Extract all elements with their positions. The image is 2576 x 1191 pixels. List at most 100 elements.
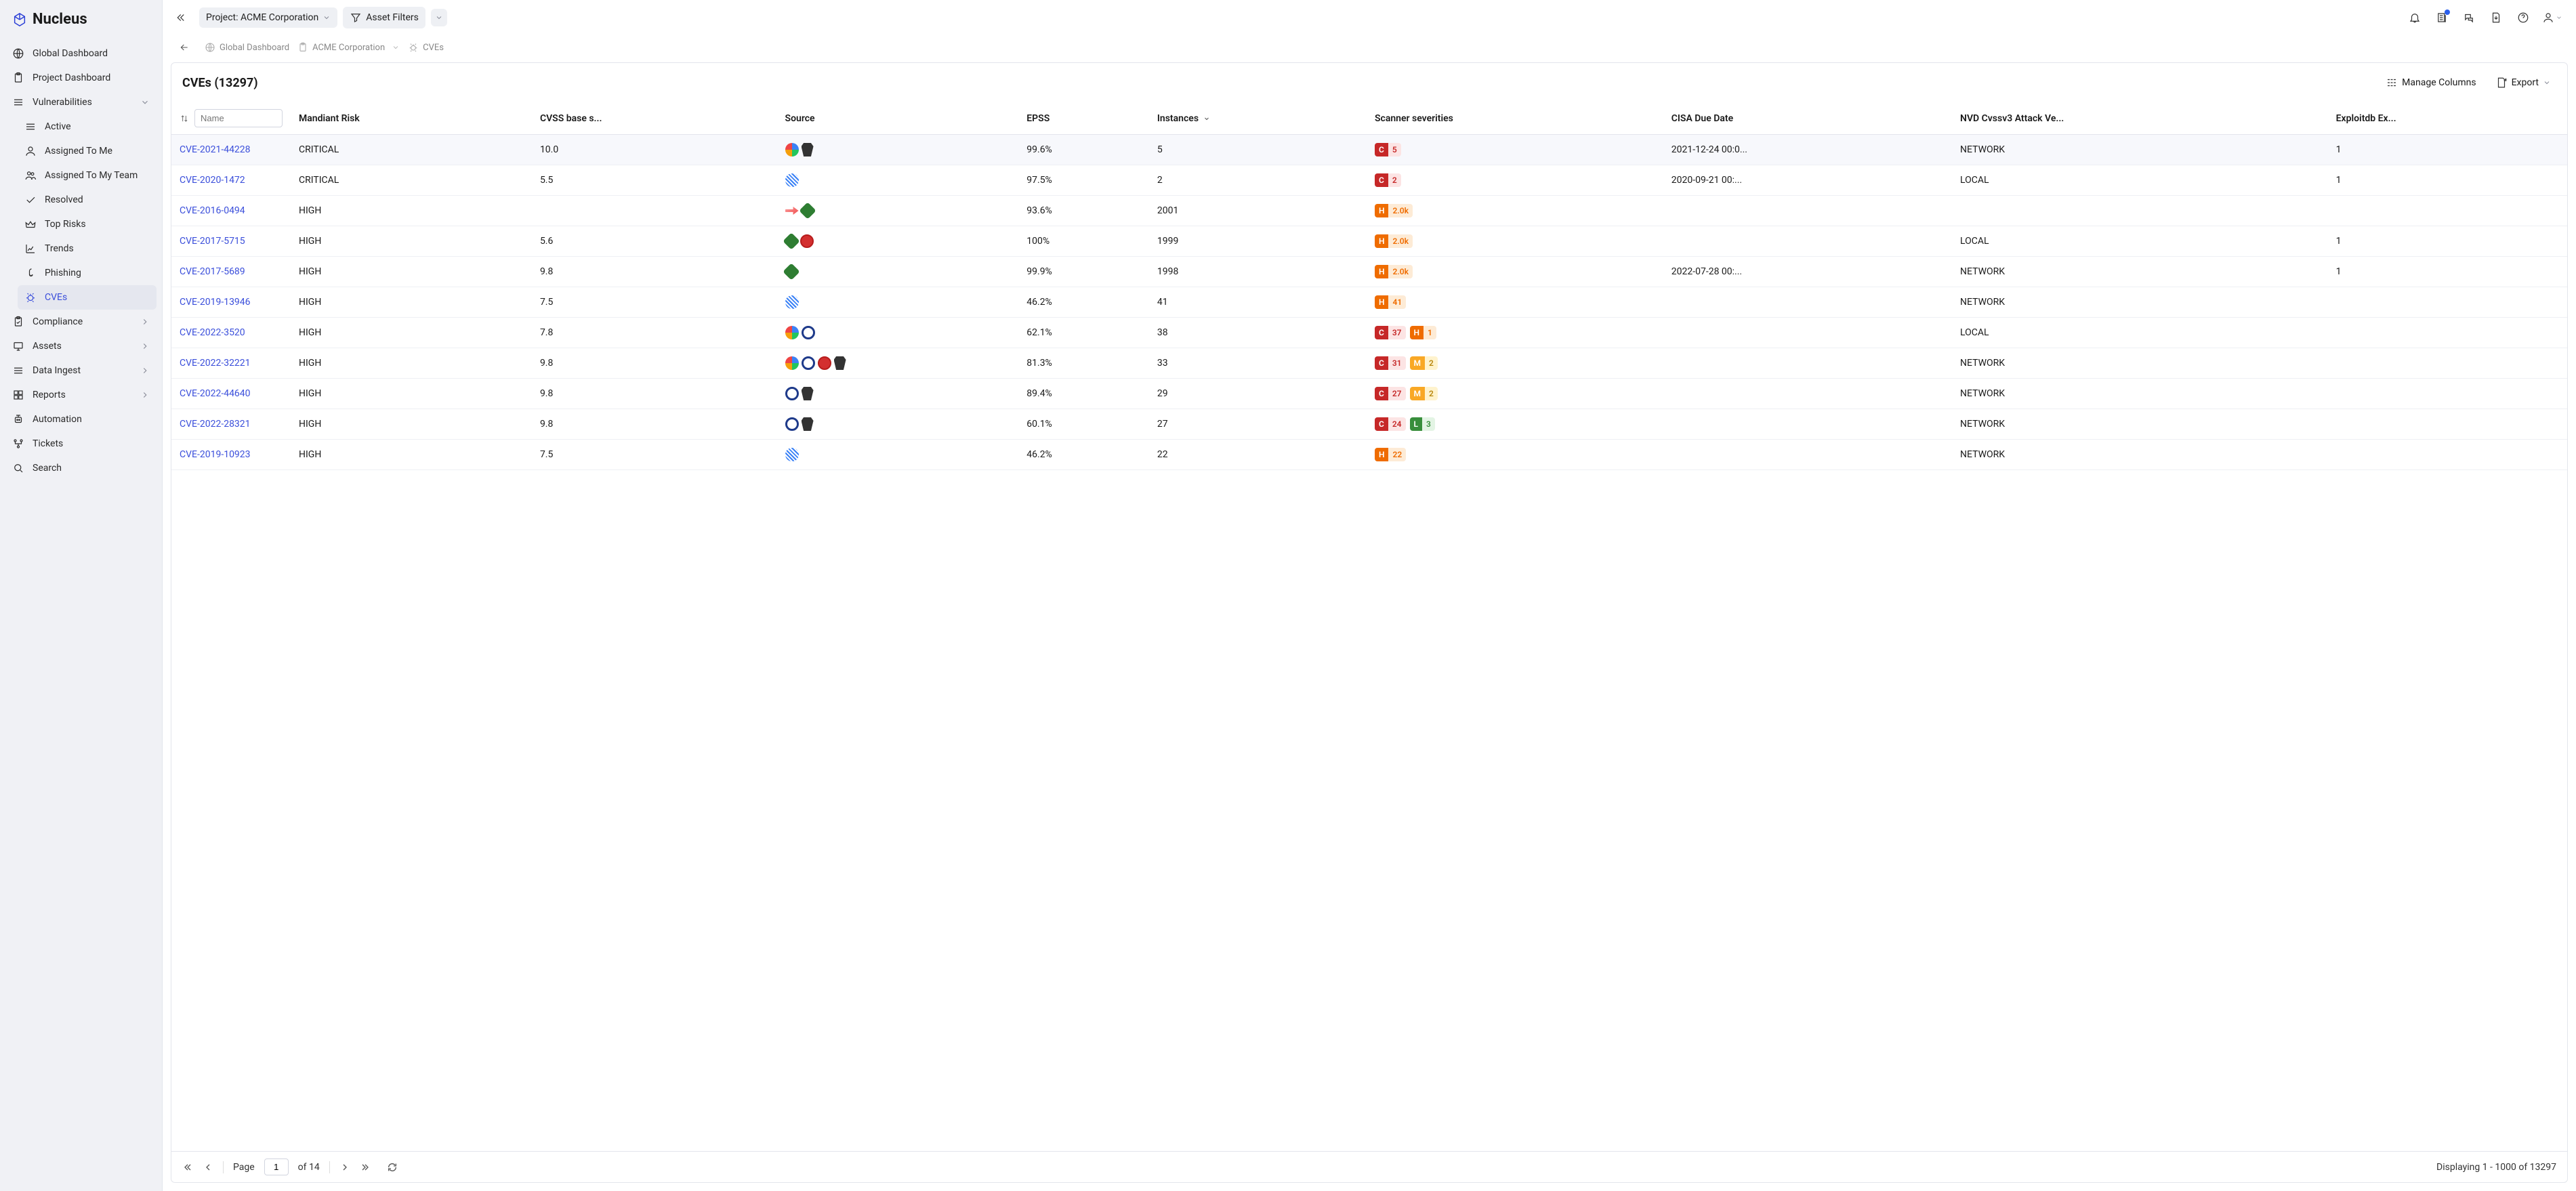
claroty-source-icon <box>785 173 799 187</box>
asset-filters-button[interactable]: Asset Filters <box>343 7 425 28</box>
cell-cvss: 5.5 <box>532 165 777 196</box>
cell-severities: C24L3 <box>1367 409 1663 440</box>
cell-source <box>777 196 1019 226</box>
project-selector[interactable]: Project: ACME Corporation <box>199 7 337 28</box>
sidebar-item-cves[interactable]: CVEs <box>18 285 157 310</box>
notifications-button[interactable] <box>2404 7 2426 28</box>
cve-link[interactable]: CVE-2019-13946 <box>180 297 251 308</box>
sort-icon[interactable] <box>180 114 189 123</box>
severity-badge: C5 <box>1375 143 1401 156</box>
sidebar-item-compliance[interactable]: Compliance <box>5 310 157 334</box>
cell-exploit <box>2328 348 2567 379</box>
table-row[interactable]: CVE-2022-32221 HIGH 9.8 81.3% 33 C31M2 N… <box>171 348 2567 379</box>
cve-link[interactable]: CVE-2022-44640 <box>180 388 251 399</box>
col-cisa[interactable]: CISA Due Date <box>1663 102 1952 135</box>
sidebar-item-label: Vulnerabilities <box>33 97 92 108</box>
rapid-source-icon <box>802 356 815 370</box>
cell-severities: C2 <box>1367 165 1663 196</box>
chart-line-icon <box>24 243 37 255</box>
cell-epss: 89.4% <box>1018 379 1149 409</box>
cell-instances: 5 <box>1149 135 1367 165</box>
table-row[interactable]: CVE-2021-44228 CRITICAL 10.0 99.6% 5 C5 … <box>171 135 2567 165</box>
download-button[interactable] <box>2485 7 2507 28</box>
sidebar-item-data-ingest[interactable]: Data Ingest <box>5 358 157 383</box>
chat-button[interactable] <box>2458 7 2480 28</box>
table-row[interactable]: CVE-2017-5715 HIGH 5.6 100% 1999 H2.0k L… <box>171 226 2567 257</box>
col-epss[interactable]: EPSS <box>1018 102 1149 135</box>
sidebar-item-top-risks[interactable]: Top Risks <box>18 212 157 236</box>
sidebar-item-assets[interactable]: Assets <box>5 334 157 358</box>
chevron-down-icon <box>435 14 443 22</box>
cell-epss: 99.9% <box>1018 257 1149 287</box>
breadcrumb-back-button[interactable] <box>179 42 190 53</box>
export-button[interactable]: Export <box>2490 72 2556 93</box>
page-prev-button[interactable] <box>203 1162 213 1173</box>
col-cvss[interactable]: CVSS base s... <box>532 102 777 135</box>
breadcrumb-item[interactable]: CVEs <box>408 42 444 53</box>
table-row[interactable]: CVE-2022-44640 HIGH 9.8 89.4% 29 C27M2 N… <box>171 379 2567 409</box>
sidebar-item-resolved[interactable]: Resolved <box>18 188 157 212</box>
sidebar-item-vulnerabilities[interactable]: Vulnerabilities <box>5 90 157 114</box>
page-next-button[interactable] <box>339 1162 350 1173</box>
table-row[interactable]: CVE-2022-28321 HIGH 9.8 60.1% 27 C24L3 N… <box>171 409 2567 440</box>
cve-link[interactable]: CVE-2017-5715 <box>180 236 245 247</box>
sidebar-item-assigned-to-me[interactable]: Assigned To Me <box>18 139 157 163</box>
breadcrumb: Global Dashboard ACME Corporation CVEs <box>163 35 2576 62</box>
cell-epss: 62.1% <box>1018 318 1149 348</box>
sidebar-item-active[interactable]: Active <box>18 114 157 139</box>
activity-button[interactable] <box>2431 7 2453 28</box>
sidebar-item-project-dashboard[interactable]: Project Dashboard <box>5 66 157 90</box>
sidebar-item-phishing[interactable]: Phishing <box>18 261 157 285</box>
sidebar-item-assigned-to-my-team[interactable]: Assigned To My Team <box>18 163 157 188</box>
sidebar-item-global-dashboard[interactable]: Global Dashboard <box>5 41 157 66</box>
cve-link[interactable]: CVE-2022-28321 <box>180 419 251 430</box>
name-filter-input[interactable] <box>194 109 283 127</box>
col-severities[interactable]: Scanner severities <box>1367 102 1663 135</box>
sidebar-item-trends[interactable]: Trends <box>18 236 157 261</box>
cve-link[interactable]: CVE-2021-44228 <box>180 144 251 155</box>
sidebar-item-automation[interactable]: Automation <box>5 407 157 432</box>
table-scroll[interactable]: Mandiant Risk CVSS base s... Source EPSS… <box>171 102 2567 1151</box>
monitor-icon <box>12 340 24 352</box>
sidebar-item-label: Phishing <box>45 268 81 278</box>
cve-link[interactable]: CVE-2022-3520 <box>180 327 245 338</box>
cve-link[interactable]: CVE-2020-1472 <box>180 175 245 186</box>
col-exploit[interactable]: Exploitdb Ex... <box>2328 102 2567 135</box>
refresh-button[interactable] <box>387 1162 398 1173</box>
page-input[interactable] <box>264 1158 289 1175</box>
cell-cvss: 9.8 <box>532 379 777 409</box>
table-row[interactable]: CVE-2017-5689 HIGH 9.8 99.9% 1998 H2.0k … <box>171 257 2567 287</box>
sidebar-item-search[interactable]: Search <box>5 456 157 480</box>
table-row[interactable]: CVE-2019-10923 HIGH 7.5 46.2% 22 H22 NET… <box>171 440 2567 470</box>
table-row[interactable]: CVE-2020-1472 CRITICAL 5.5 97.5% 2 C2 20… <box>171 165 2567 196</box>
manage-columns-button[interactable]: Manage Columns <box>2380 72 2481 93</box>
col-mandiant[interactable]: Mandiant Risk <box>291 102 532 135</box>
cve-link[interactable]: CVE-2017-5689 <box>180 266 245 277</box>
collapse-sidebar-button[interactable] <box>171 8 190 27</box>
col-vector[interactable]: NVD Cvssv3 Attack Ve... <box>1952 102 2328 135</box>
sidebar-item-reports[interactable]: Reports <box>5 383 157 407</box>
page-first-button[interactable] <box>182 1162 193 1173</box>
user-menu-button[interactable] <box>2539 7 2565 28</box>
cve-link[interactable]: CVE-2016-0494 <box>180 205 245 216</box>
cell-exploit <box>2328 287 2567 318</box>
breadcrumb-item[interactable]: ACME Corporation <box>297 42 400 53</box>
sidebar-item-tickets[interactable]: Tickets <box>5 432 157 456</box>
cve-link[interactable]: CVE-2019-10923 <box>180 449 251 460</box>
cell-source <box>777 257 1019 287</box>
robot-icon <box>12 413 24 425</box>
help-button[interactable] <box>2512 7 2534 28</box>
cve-link[interactable]: CVE-2022-32221 <box>180 358 251 369</box>
cell-vector <box>1952 196 2328 226</box>
qualys-source-icon <box>800 234 814 248</box>
table-row[interactable]: CVE-2022-3520 HIGH 7.8 62.1% 38 C37H1 LO… <box>171 318 2567 348</box>
table-row[interactable]: CVE-2019-13946 HIGH 7.5 46.2% 41 H41 NET… <box>171 287 2567 318</box>
page-last-button[interactable] <box>360 1162 371 1173</box>
breadcrumb-item[interactable]: Global Dashboard <box>205 42 289 53</box>
col-source[interactable]: Source <box>777 102 1019 135</box>
table-row[interactable]: CVE-2016-0494 HIGH 93.6% 2001 H2.0k <box>171 196 2567 226</box>
cves-table: Mandiant Risk CVSS base s... Source EPSS… <box>171 102 2567 470</box>
col-instances[interactable]: Instances <box>1149 102 1367 135</box>
cell-source <box>777 348 1019 379</box>
asset-filters-caret[interactable] <box>431 9 447 26</box>
